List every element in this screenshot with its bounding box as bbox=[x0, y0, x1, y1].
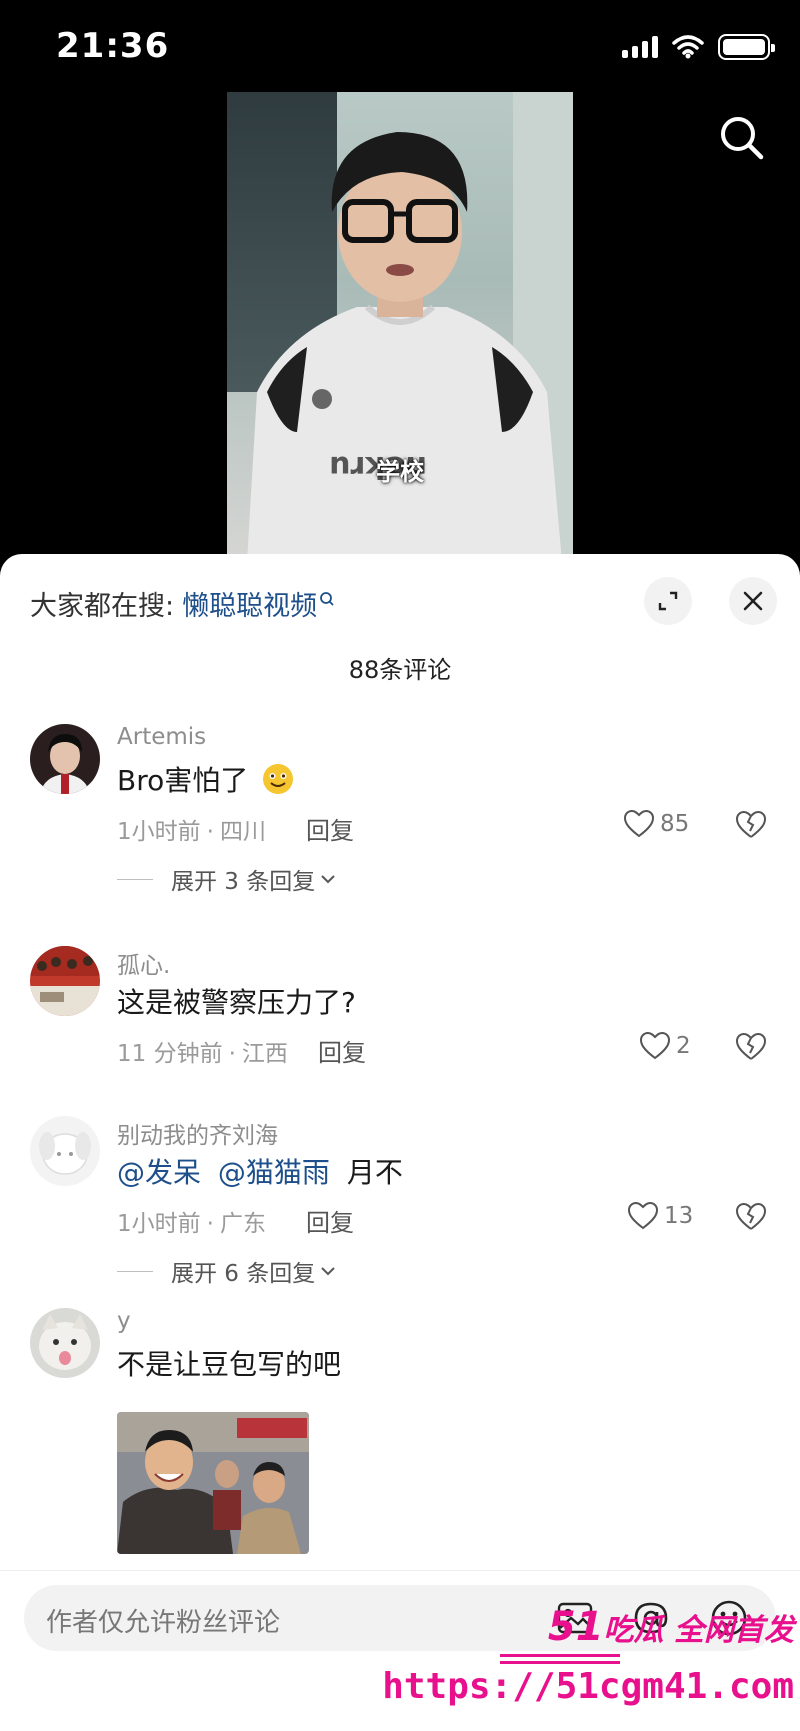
reply-button[interactable]: 回复 bbox=[306, 811, 354, 846]
chevron-down-icon bbox=[321, 1267, 335, 1276]
avatar-image bbox=[30, 724, 100, 794]
expand-replies[interactable]: 展开 3 条回复 bbox=[117, 862, 337, 896]
smile-emoji-icon bbox=[263, 764, 294, 794]
mention-link[interactable]: @发呆 bbox=[117, 1156, 201, 1189]
comment-meta: 11 分钟前 · 江西 bbox=[117, 1041, 288, 1067]
comment-username[interactable]: 孤心. bbox=[117, 946, 170, 980]
expand-replies[interactable]: 展开 6 条回复 bbox=[117, 1254, 337, 1288]
search-mini-icon bbox=[320, 591, 334, 606]
watermark-url: https://51cgm41.com bbox=[382, 1666, 794, 1707]
heart-icon bbox=[624, 810, 654, 838]
comment-location: 江西 bbox=[241, 1041, 288, 1067]
video-person-figure: nekru bbox=[247, 132, 562, 562]
comment-text: Bro害怕了 bbox=[117, 759, 295, 799]
comment-username[interactable]: Artemis bbox=[117, 724, 206, 750]
comment-image[interactable] bbox=[117, 1412, 309, 1554]
wifi-icon bbox=[672, 35, 704, 59]
comment-text-tail: 月不 bbox=[346, 1156, 403, 1189]
watermark-brand-text: 吃瓜 全网首发 bbox=[603, 1613, 794, 1648]
divider-line bbox=[117, 878, 153, 880]
comment-text-body: Bro害怕了 bbox=[117, 764, 249, 797]
comment-item: Artemis Bro害怕了 1小时前 · 四川 回复 85 展开 3 条回复 bbox=[0, 724, 800, 954]
avatar[interactable] bbox=[30, 1116, 100, 1186]
video-player[interactable]: nekru 学校 bbox=[0, 92, 800, 562]
comment-meta: 1小时前 · 四川 bbox=[117, 819, 266, 845]
comment-time: 1小时前 bbox=[117, 819, 201, 845]
hot-search-suggestion[interactable]: 大家都在搜: 懒聪聪视频 bbox=[30, 584, 335, 623]
comment-meta: 1小时前 · 广东 bbox=[117, 1211, 266, 1237]
expand-button[interactable] bbox=[644, 577, 692, 625]
reply-button[interactable]: 回复 bbox=[306, 1203, 354, 1238]
broken-heart-icon[interactable] bbox=[736, 1033, 766, 1061]
watermark-lines bbox=[500, 1654, 620, 1664]
chevron-down-icon bbox=[321, 875, 335, 884]
avatar-image bbox=[30, 1116, 100, 1186]
comment-time: 11 分钟前 bbox=[117, 1041, 223, 1067]
search-icon[interactable] bbox=[718, 114, 766, 162]
comment-text: 这是被警察压力了? bbox=[117, 986, 356, 1019]
close-button[interactable] bbox=[729, 577, 777, 625]
broken-heart-icon[interactable] bbox=[736, 1203, 766, 1231]
comment-text: 不是让豆包写的吧 bbox=[117, 1348, 342, 1381]
video-frame: nekru 学校 bbox=[227, 92, 573, 562]
mention-link[interactable]: @猫猫雨 bbox=[218, 1156, 330, 1189]
reply-button[interactable]: 回复 bbox=[318, 1033, 366, 1068]
hot-search-prefix: 大家都在搜: bbox=[30, 591, 175, 622]
watermark-brand-number: 51 bbox=[547, 1604, 604, 1650]
avatar[interactable] bbox=[30, 946, 100, 1016]
status-icons bbox=[622, 34, 775, 60]
expand-icon bbox=[658, 591, 678, 611]
like-count: 13 bbox=[664, 1203, 694, 1229]
avatar[interactable] bbox=[30, 724, 100, 794]
comment-location: 四川 bbox=[219, 819, 266, 845]
comment-location: 广东 bbox=[219, 1211, 266, 1237]
avatar-image bbox=[30, 1308, 100, 1378]
cellular-signal-icon bbox=[622, 36, 658, 58]
divider-line bbox=[117, 1270, 153, 1272]
avatar[interactable] bbox=[30, 1308, 100, 1378]
broken-heart-icon[interactable] bbox=[736, 811, 766, 839]
close-icon bbox=[743, 591, 763, 611]
comment-time: 1小时前 bbox=[117, 1211, 201, 1237]
battery-icon bbox=[718, 34, 775, 60]
like-button[interactable]: 2 bbox=[640, 1032, 691, 1060]
like-count: 85 bbox=[660, 811, 690, 837]
hot-search-keyword[interactable]: 懒聪聪视频 bbox=[182, 584, 317, 623]
comment-item: y 不是让豆包写的吧 bbox=[0, 1308, 800, 1578]
like-count: 2 bbox=[676, 1033, 691, 1059]
heart-icon bbox=[628, 1202, 658, 1230]
comment-sheet: 大家都在搜: 懒聪聪视频 88条评论 Artemis Bro害怕了 1小时前 ·… bbox=[0, 554, 800, 1731]
status-bar: 21:36 bbox=[0, 0, 800, 92]
comment-count: 88条评论 bbox=[348, 656, 452, 684]
comment-item: 孤心. 这是被警察压力了? 11 分钟前 · 江西 回复 2 bbox=[0, 946, 800, 1106]
watermark-brand: 51吃瓜 全网首发 bbox=[548, 1604, 794, 1650]
watermark: 51吃瓜 全网首发 https://51cgm41.com bbox=[382, 1604, 800, 1731]
status-time: 21:36 bbox=[56, 26, 170, 66]
comment-text: @发呆 @猫猫雨 月不 bbox=[117, 1151, 403, 1191]
video-subtitle: 学校 bbox=[376, 458, 424, 486]
comment-sheet-header: 大家都在搜: 懒聪聪视频 88条评论 bbox=[0, 554, 800, 684]
like-button[interactable]: 85 bbox=[624, 810, 689, 838]
avatar-image bbox=[30, 946, 100, 1016]
comment-input-placeholder: 作者仅允许粉丝评论 bbox=[46, 1608, 281, 1638]
heart-icon bbox=[640, 1032, 670, 1060]
expand-replies-label: 展开 3 条回复 bbox=[171, 869, 316, 895]
like-button[interactable]: 13 bbox=[628, 1202, 693, 1230]
expand-replies-label: 展开 6 条回复 bbox=[171, 1261, 316, 1287]
comment-username[interactable]: y bbox=[117, 1308, 131, 1334]
comment-username[interactable]: 别动我的齐刘海 bbox=[117, 1116, 278, 1150]
comment-image-picture bbox=[117, 1412, 309, 1554]
